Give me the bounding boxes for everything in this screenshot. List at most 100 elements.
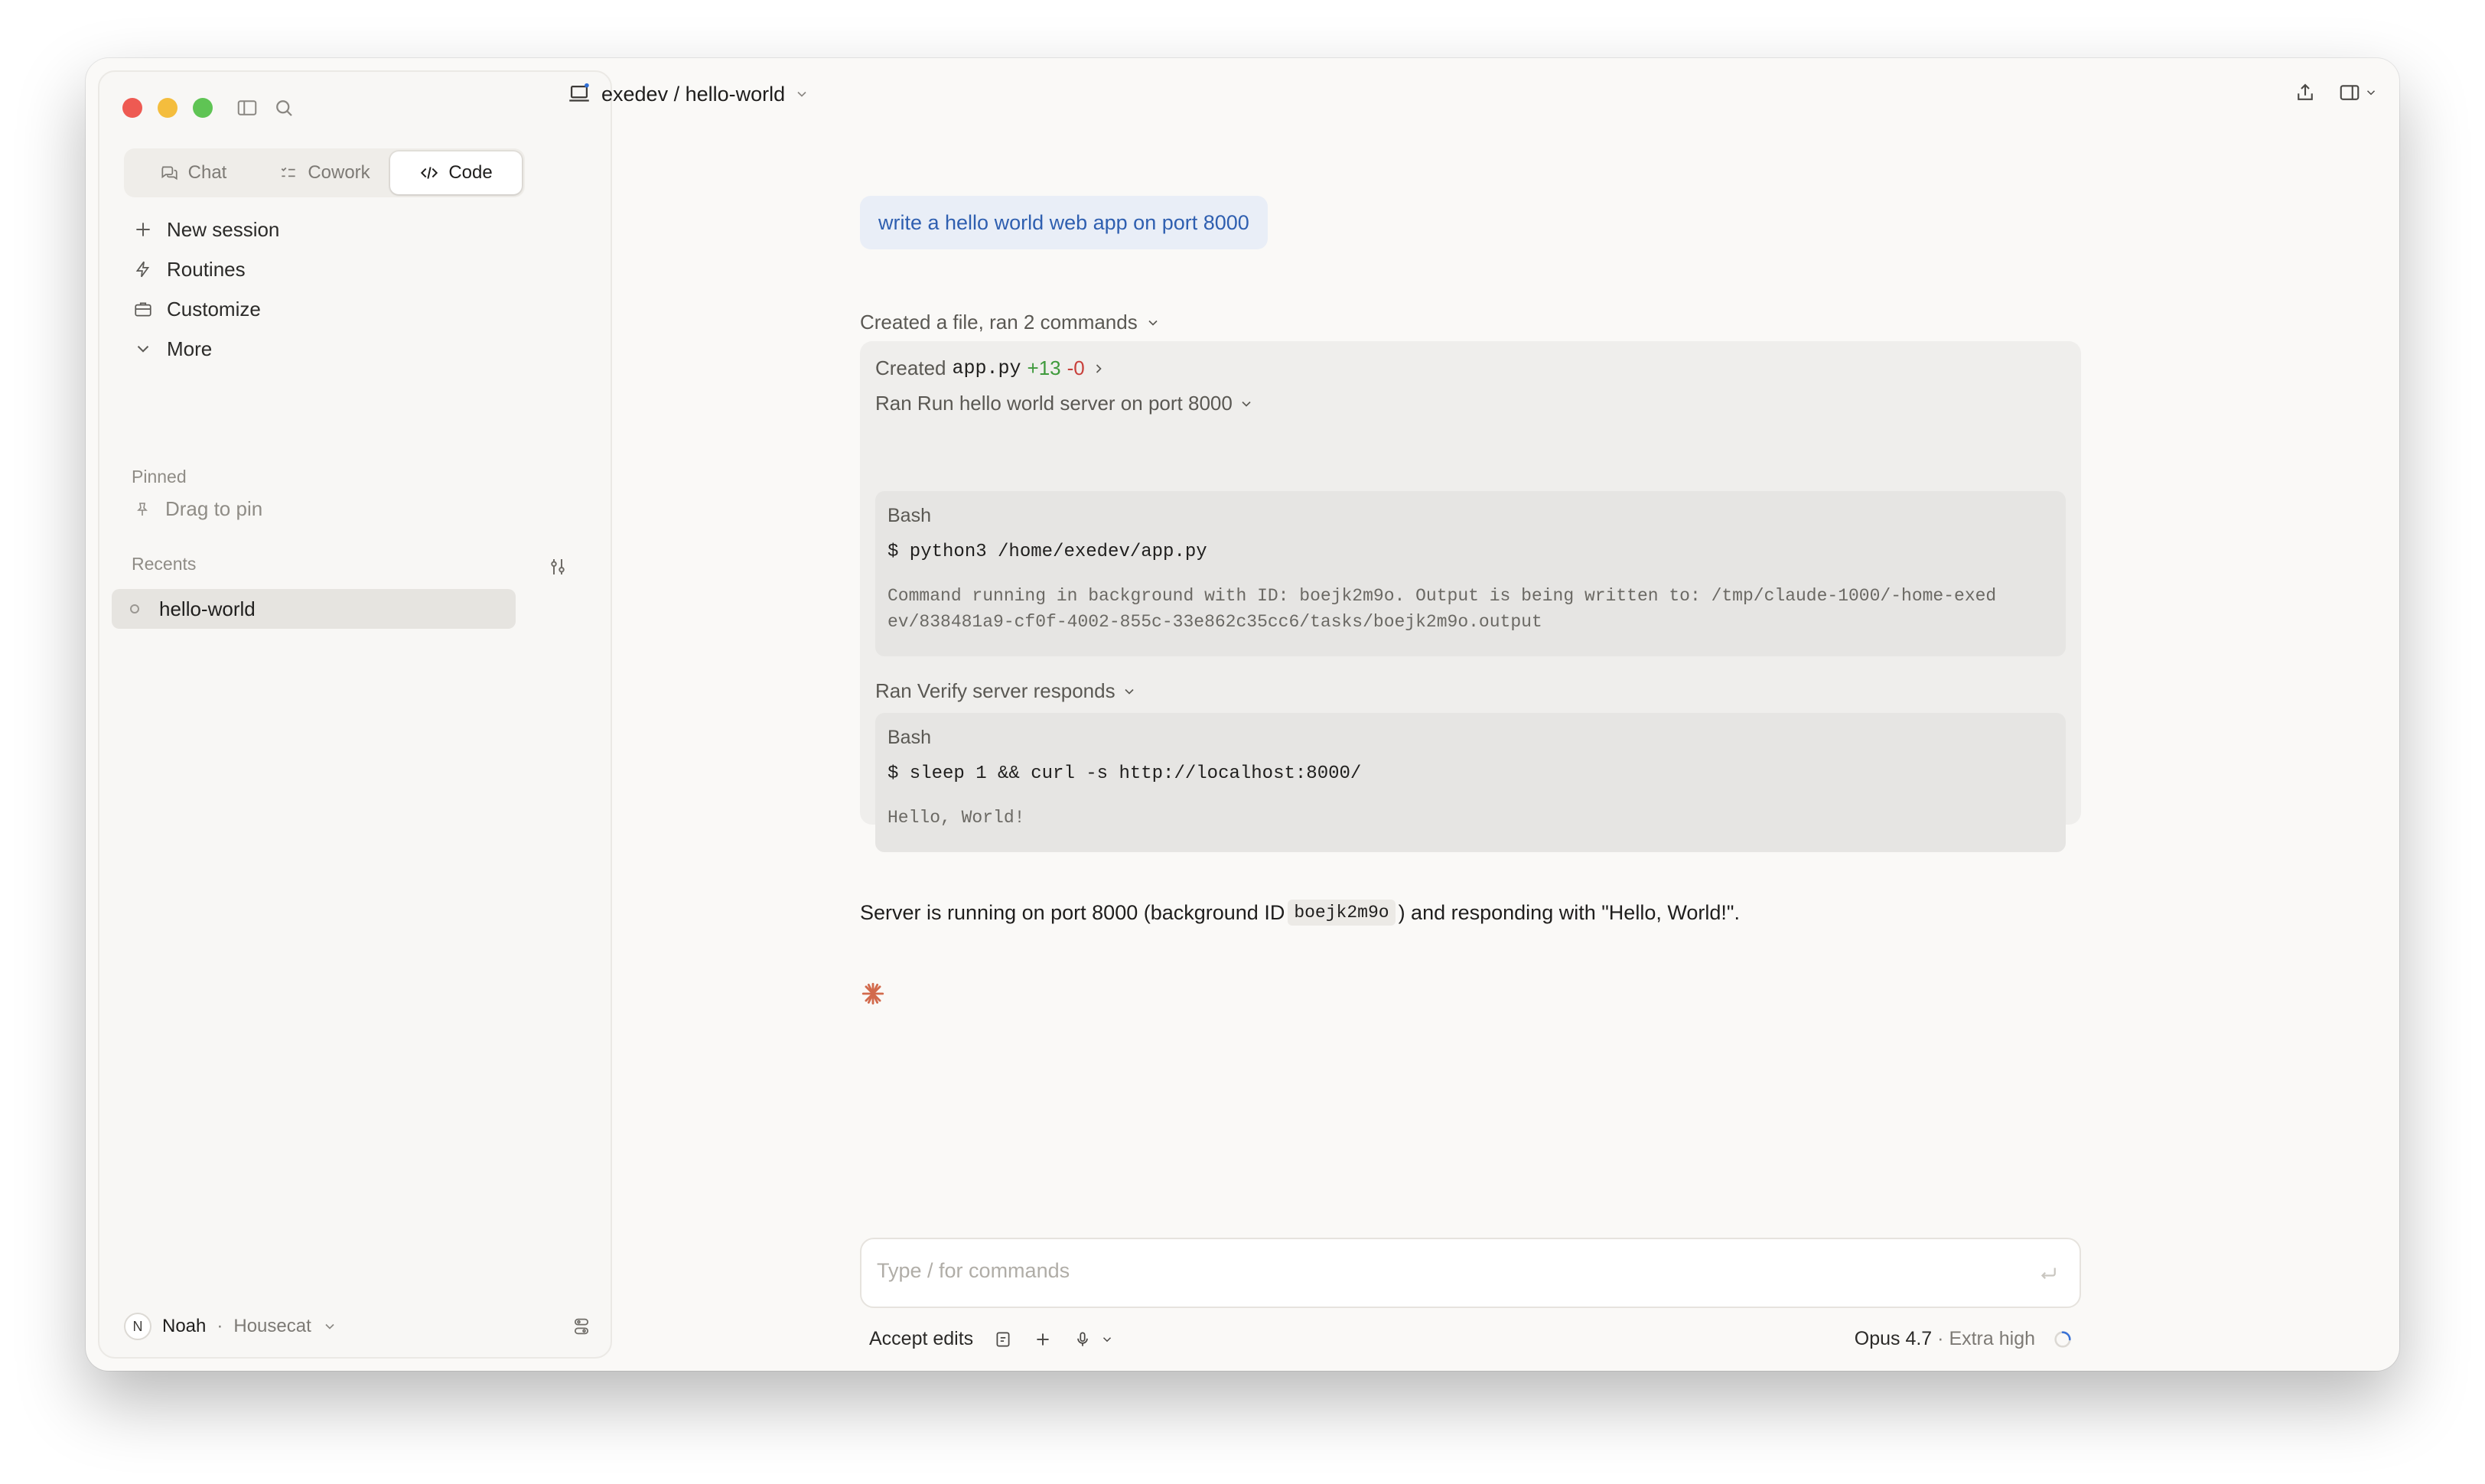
loading-spinner-icon [2052, 1329, 2073, 1350]
app-window: Chat Cowork Code New session Routines Cu… [86, 58, 2399, 1371]
pin-icon [137, 502, 148, 516]
chevron-down-icon [322, 1319, 337, 1334]
bash-output: Hello, World! [888, 808, 1025, 828]
model-effort: Extra high [1949, 1328, 2035, 1349]
laptop-icon [569, 83, 589, 102]
sidebar-item-label: New session [167, 217, 280, 241]
chevron-down-icon [794, 86, 809, 102]
user-menu[interactable]: N Noah · Housecat [124, 1313, 337, 1340]
search-icon[interactable] [272, 96, 295, 119]
sidebar-item-routines[interactable]: Routines [124, 249, 583, 289]
recents-section-label: Recents [132, 554, 197, 574]
tab-chat-label: Chat [187, 162, 227, 183]
run-server-toggle[interactable]: Ran Run hello world server on port 8000 [875, 392, 1254, 415]
sidebar-item-new-session[interactable]: New session [124, 210, 583, 249]
tab-cowork-label: Cowork [308, 162, 370, 183]
sidebar-item-label: Customize [167, 297, 261, 321]
chevron-down-icon [1125, 688, 1134, 695]
assistant-answer: Server is running on port 8000 (backgrou… [860, 900, 1740, 926]
chevron-down-icon [1242, 401, 1251, 407]
plus-icon [136, 223, 150, 236]
sidebar-item-label: More [167, 337, 213, 360]
lightning-icon [135, 261, 150, 278]
code-brackets-icon [421, 167, 438, 179]
document-icon[interactable] [993, 1329, 1013, 1349]
bash-title: Bash [888, 505, 931, 526]
lines-deleted: -0 [1067, 356, 1085, 379]
accept-edits-button[interactable]: Accept edits [869, 1328, 973, 1350]
model-name: Opus 4.7 [1854, 1328, 1933, 1349]
tool-summary-toggle[interactable]: Created a file, ran 2 commands [860, 311, 1161, 334]
tab-code-label: Code [448, 162, 493, 183]
sidebar-item-label: Routines [167, 257, 246, 281]
repo-path: exedev / hello-world [601, 82, 786, 106]
enter-icon[interactable] [2037, 1262, 2060, 1285]
run-server-label: Ran Run hello world server on port 8000 [875, 392, 1233, 415]
user-org: Housecat [233, 1316, 311, 1336]
recent-session-item[interactable]: hello-world [112, 589, 516, 629]
chevron-down-icon [1103, 1336, 1112, 1342]
user-name: Noah [162, 1316, 207, 1336]
composer-toolbar: Accept edits Opus 4.7 · Extra high [860, 1328, 2081, 1359]
bash-title: Bash [888, 727, 931, 748]
created-file-row[interactable]: Created app.py +13 -0 [875, 356, 1106, 380]
close-window-button[interactable] [122, 98, 142, 118]
inline-code: boejk2m9o [1288, 900, 1396, 926]
answer-text-before: Server is running on port 8000 (backgrou… [860, 900, 1285, 924]
bash-command: $ sleep 1 && curl -s http://localhost:80… [888, 763, 1362, 784]
avatar: N [124, 1313, 151, 1340]
breadcrumb[interactable]: exedev / hello-world [566, 81, 809, 107]
chat-bubbles-icon [161, 166, 178, 181]
composer [860, 1238, 2081, 1308]
chevron-right-icon [1096, 363, 1102, 373]
chevron-down-icon [137, 346, 149, 353]
share-icon[interactable] [2294, 81, 2317, 104]
created-file-name: app.py [952, 357, 1021, 379]
recent-session-label: hello-world [159, 597, 256, 620]
filter-sliders-icon[interactable] [546, 555, 569, 578]
verify-server-toggle[interactable]: Ran Verify server responds [875, 679, 1137, 703]
session-status-icon [130, 604, 139, 613]
thinking-spark-icon [860, 981, 886, 1007]
pinned-drop-hint: Drag to pin [133, 497, 262, 521]
tab-chat[interactable]: Chat [127, 151, 259, 194]
tab-code[interactable]: Code [390, 151, 522, 194]
sidebar-nav: New session Routines Customize More [124, 210, 583, 369]
lines-added: +13 [1027, 356, 1061, 379]
model-selector[interactable]: Opus 4.7 · Extra high [1855, 1328, 2035, 1350]
tab-cowork[interactable]: Cowork [259, 151, 390, 194]
bash-block-run-server: Bash $ python3 /home/exedev/app.py Comma… [875, 491, 2066, 656]
bash-output-line-2: ev/838481a9-cf0f-4002-855c-33e862c35cc6/… [888, 612, 1542, 632]
tool-summary-text: Created a file, ran 2 commands [860, 311, 1138, 334]
bash-block-verify: Bash $ sleep 1 && curl -s http://localho… [875, 713, 2066, 852]
bash-command: $ python3 /home/exedev/app.py [888, 542, 1207, 562]
tool-calls-panel: Created app.py +13 -0 Ran Run hello worl… [860, 341, 2081, 852]
panel-layout-icon[interactable] [2338, 81, 2378, 104]
sidebar-item-customize[interactable]: Customize [124, 289, 583, 329]
sidebar-item-more[interactable]: More [124, 329, 583, 369]
sidebar: Chat Cowork Code New session Routines Cu… [98, 70, 612, 1359]
add-attachment-icon[interactable] [1033, 1329, 1053, 1349]
prompt-input[interactable] [877, 1259, 1948, 1283]
window-controls [122, 98, 213, 118]
bash-output-line-1: Command running in background with ID: b… [888, 586, 1997, 606]
settings-panel-icon[interactable] [571, 1316, 592, 1337]
minimize-window-button[interactable] [158, 98, 178, 118]
pinned-hint-text: Drag to pin [165, 497, 263, 520]
microphone-button[interactable] [1073, 1329, 1114, 1349]
user-separator: · [217, 1316, 223, 1336]
maximize-window-button[interactable] [193, 98, 213, 118]
user-message: write a hello world web app on port 8000 [860, 196, 1268, 249]
answer-text-after: ) and responding with "Hello, World!". [1398, 900, 1740, 924]
mode-switcher: Chat Cowork Code [124, 148, 525, 197]
created-prefix: Created [875, 356, 946, 379]
sidebar-toggle-icon[interactable] [236, 96, 259, 119]
briefcase-icon [135, 302, 151, 317]
model-separator: · [1937, 1328, 1944, 1349]
verify-server-label: Ran Verify server responds [875, 679, 1115, 702]
checklist-icon [282, 167, 295, 177]
microphone-icon [1077, 1331, 1089, 1346]
pinned-section-label: Pinned [132, 467, 187, 487]
header-actions [2294, 81, 2378, 104]
chevron-down-icon [1148, 320, 1158, 326]
